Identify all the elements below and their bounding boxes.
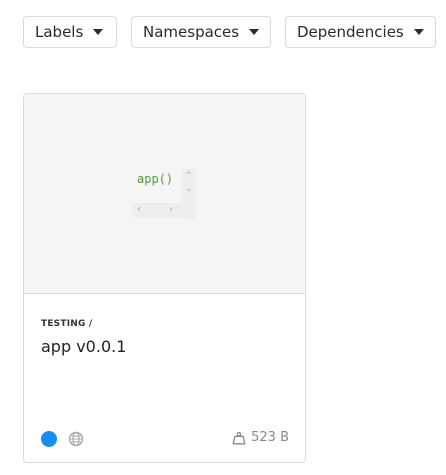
- scroll-down-icon[interactable]: ⌄: [185, 185, 193, 194]
- caret-down-icon: [249, 29, 260, 35]
- namespace-label: TESTING /: [41, 319, 93, 329]
- package-size-value: 523 B: [251, 430, 289, 445]
- dependencies-filter-label: Dependencies: [297, 23, 404, 41]
- package-title[interactable]: app v0.0.1: [41, 337, 126, 356]
- namespaces-filter-label: Namespaces: [143, 23, 240, 41]
- vertical-scrollbar[interactable]: ⌃ ⌄: [182, 169, 196, 219]
- globe-icon: [68, 431, 84, 447]
- code-preview-box: app() ⌃ ⌄ ‹ ›: [132, 169, 196, 219]
- status-dot: [41, 431, 57, 447]
- caret-down-icon: [93, 29, 104, 35]
- dependencies-filter-button[interactable]: Dependencies: [285, 16, 436, 48]
- weight-icon: [232, 431, 246, 444]
- horizontal-scrollbar[interactable]: ‹ ›: [132, 203, 182, 217]
- labels-filter-label: Labels: [35, 23, 84, 41]
- caret-down-icon: [413, 29, 424, 35]
- scroll-right-icon[interactable]: ›: [169, 204, 173, 215]
- scroll-up-icon[interactable]: ⌃: [185, 172, 193, 181]
- namespaces-filter-button[interactable]: Namespaces: [131, 16, 271, 48]
- package-card[interactable]: app() ⌃ ⌄ ‹ › TESTING / app v0.0.1 523 B: [23, 93, 306, 463]
- package-size: 523 B: [232, 430, 289, 445]
- scroll-left-icon[interactable]: ‹: [137, 204, 141, 215]
- card-body: TESTING / app v0.0.1 523 B: [24, 294, 305, 462]
- preview-code-text: app(): [137, 172, 174, 186]
- code-preview: app() ⌃ ⌄ ‹ ›: [24, 94, 305, 294]
- labels-filter-button[interactable]: Labels: [23, 16, 117, 48]
